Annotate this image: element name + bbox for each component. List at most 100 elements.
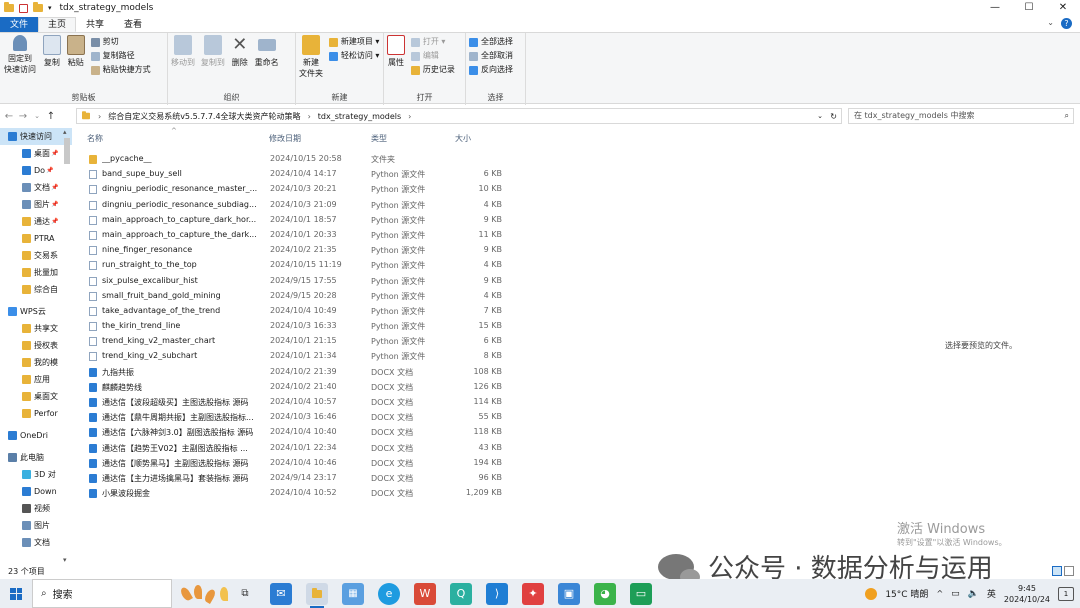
up-button[interactable]: ↑ — [44, 111, 58, 122]
forward-button[interactable]: → — [16, 111, 30, 122]
show-hidden-icons[interactable]: ^ — [936, 589, 943, 598]
file-row[interactable]: six_pulse_excalibur_hist 2024/9/15 17:55 P… — [78, 274, 518, 289]
file-row[interactable]: 通达信【主力进场擒黑马】套装指标 源码 2024/9/14 23:17 DOCX 文… — [78, 471, 518, 486]
pin-quick-access-button[interactable]: 固定到 快速访问 — [3, 35, 37, 75]
window-controls: — ☐ ✕ — [978, 0, 1080, 16]
column-date[interactable]: 修改日期 — [269, 133, 301, 144]
file-size: 4 KB — [483, 199, 502, 209]
file-row[interactable]: trend_king_v2_subchart 2024/10/1 21:34 Pyt… — [78, 349, 518, 364]
clock[interactable]: 9:45 2024/10/24 — [1004, 583, 1050, 605]
search-box[interactable]: 在 tdx_strategy_models 中搜索 ⌕ — [848, 108, 1074, 124]
file-row[interactable]: trend_king_v2_master_chart 2024/10/1 21:1… — [78, 334, 518, 349]
nav-item-label: 快速访问 — [20, 132, 52, 141]
scroll-down-icon[interactable]: ▾ — [63, 556, 67, 564]
maximize-button[interactable]: ☐ — [1012, 0, 1046, 16]
help-icon[interactable]: ? — [1061, 18, 1072, 29]
customize-toolbar-icon[interactable]: ▾ — [48, 4, 52, 12]
minimize-button[interactable]: — — [978, 0, 1012, 16]
file-row[interactable]: 小果波段掘金 2024/10/4 10:52 DOCX 文档 1,209 KB — [78, 486, 518, 501]
properties-button[interactable]: 属性 — [387, 35, 405, 68]
scroll-up-icon[interactable]: ▴ — [63, 128, 67, 136]
window-title: tdx_strategy_models — [59, 3, 154, 13]
close-button[interactable]: ✕ — [1046, 0, 1080, 16]
file-row[interactable]: take_advantage_of_the_trend 2024/10/4 10:… — [78, 304, 518, 319]
start-button[interactable] — [0, 579, 32, 608]
select-all-button[interactable]: 全部选择 — [469, 35, 522, 49]
copy-path-button[interactable]: 复制路径 — [90, 49, 151, 63]
file-row[interactable]: 麒麟趋势线 2024/10/2 21:40 DOCX 文档 126 KB — [78, 380, 518, 395]
tab-home[interactable]: 主页 — [38, 17, 77, 32]
easy-access-button[interactable]: 轻松访问 ▾ — [328, 49, 379, 63]
properties-quick-icon[interactable] — [19, 3, 28, 13]
xmind-icon[interactable]: ✦ — [522, 582, 544, 605]
weather-text[interactable]: 15°C 晴朗 — [885, 587, 928, 600]
breadcrumb-current[interactable]: tdx_strategy_models — [318, 112, 401, 121]
file-row[interactable]: 通达信【趋势王V02】主副图选股指标 ... 2024/10/1 22:34 DOC… — [78, 441, 518, 456]
file-row[interactable]: the_kirin_trend_line 2024/10/3 16:33 Pytho… — [78, 319, 518, 334]
nav-scrollbar[interactable]: ▴ ▾ — [62, 128, 72, 564]
file-explorer-icon[interactable] — [306, 582, 328, 608]
mail-icon[interactable]: ✉ — [270, 582, 292, 605]
file-row[interactable]: main_approach_to_capture_the_dark... 2024… — [78, 228, 518, 243]
wps-icon[interactable]: W — [414, 582, 436, 605]
file-row[interactable]: 通达信【顺势黑马】主副图选股指标 源码 2024/10/4 10:46 DOCX 文… — [78, 456, 518, 471]
refresh-icon[interactable]: ↻ — [830, 112, 837, 121]
edge-icon[interactable]: e — [378, 582, 400, 605]
paste-button[interactable]: 粘贴 — [66, 35, 85, 68]
app-icon[interactable]: ▣ — [558, 582, 580, 605]
move-to-button[interactable]: 移动到 — [171, 35, 195, 68]
invert-selection-button[interactable]: 反向选择 — [469, 63, 522, 77]
volume-icon[interactable]: 🔈 — [968, 589, 979, 599]
column-size[interactable]: 大小 — [455, 133, 471, 144]
new-folder-button[interactable]: 新建 文件夹 — [299, 35, 323, 79]
select-none-button[interactable]: 全部取消 — [469, 49, 522, 63]
file-row[interactable]: band_supe_buy_sell 2024/10/4 14:17 Python … — [78, 167, 518, 182]
task-view-icon[interactable]: ⧉ — [234, 583, 256, 605]
scroll-thumb[interactable] — [64, 138, 70, 164]
tab-share[interactable]: 共享 — [76, 17, 114, 32]
vscode-icon[interactable]: ⟩ — [486, 582, 508, 605]
address-dropdown-icon[interactable]: ⌄ — [817, 112, 823, 120]
file-row[interactable]: 通达信【波段超级买】主图选股指标 源码 2024/10/4 10:57 DOCX 文… — [78, 395, 518, 410]
tab-file[interactable]: 文件 — [0, 17, 39, 32]
wechat-icon[interactable]: ◕ — [594, 582, 616, 605]
store-icon[interactable]: ▦ — [342, 582, 364, 605]
expand-ribbon-icon[interactable]: ⌄ — [1047, 18, 1054, 27]
column-name[interactable]: 名称 — [87, 133, 103, 144]
new-item-button[interactable]: 新建项目 ▾ — [328, 35, 379, 49]
wps-search-icon[interactable]: Q — [450, 582, 472, 605]
open-button[interactable]: 打开 ▾ — [410, 35, 455, 49]
column-type[interactable]: 类型 — [371, 133, 387, 144]
edit-button[interactable]: 编辑 — [410, 49, 455, 63]
delete-button[interactable]: ✕ 删除 — [231, 35, 249, 68]
taskbar-search[interactable]: ⌕ 搜索 — [32, 579, 172, 608]
breadcrumb-parent[interactable]: 综合自定义交易系统v5.5.7.7.4全球大类资产轮动策略 — [108, 111, 300, 122]
cut-button[interactable]: 剪切 — [90, 35, 151, 49]
history-button[interactable]: 历史记录 — [410, 63, 455, 77]
file-row[interactable]: main_approach_to_capture_dark_hor... 2024… — [78, 213, 518, 228]
copy-to-button[interactable]: 复制到 — [201, 35, 225, 68]
file-row[interactable]: dingniu_periodic_resonance_subdiag... 202… — [78, 198, 518, 213]
network-icon[interactable]: ▭ — [951, 589, 960, 599]
input-method[interactable]: 英 — [987, 587, 996, 600]
recent-locations-button[interactable]: ⌄ — [30, 112, 44, 120]
file-row[interactable]: __pycache__ 2024/10/15 20:58 文件夹 — [78, 152, 518, 167]
large-icons-view-button[interactable] — [1064, 566, 1074, 576]
rename-button[interactable]: 重命名 — [255, 35, 279, 68]
tab-view[interactable]: 查看 — [114, 17, 152, 32]
file-row[interactable]: 九指共振 2024/10/2 21:39 DOCX 文档 108 KB — [78, 365, 518, 380]
address-bar[interactable]: › 综合自定义交易系统v5.5.7.7.4全球大类资产轮动策略 › tdx_st… — [76, 108, 842, 124]
copy-button[interactable]: 复制 — [42, 35, 61, 68]
file-row[interactable]: 通达信【鼎牛周期共振】主副图选股指标... 2024/10/3 16:46 DOCX… — [78, 410, 518, 425]
file-row[interactable]: dingniu_periodic_resonance_master_... 202… — [78, 182, 518, 197]
new-folder-quick-icon[interactable] — [33, 2, 43, 12]
paste-shortcut-button[interactable]: 粘贴快捷方式 — [90, 63, 151, 77]
notification-center-icon[interactable]: 1 — [1058, 586, 1074, 601]
back-button[interactable]: ← — [2, 111, 16, 122]
file-row[interactable]: small_fruit_band_gold_mining 2024/9/15 20… — [78, 289, 518, 304]
file-row[interactable]: 通达信【六脉神剑3.0】副图选股指标 源码 2024/10/4 10:40 DOCX… — [78, 425, 518, 440]
file-row[interactable]: nine_finger_resonance 2024/10/2 21:35 Pyth… — [78, 243, 518, 258]
remote-desktop-icon[interactable]: ▭ — [630, 582, 652, 605]
details-view-button[interactable] — [1052, 566, 1062, 576]
file-row[interactable]: run_straight_to_the_top 2024/10/15 11:19 P… — [78, 258, 518, 273]
